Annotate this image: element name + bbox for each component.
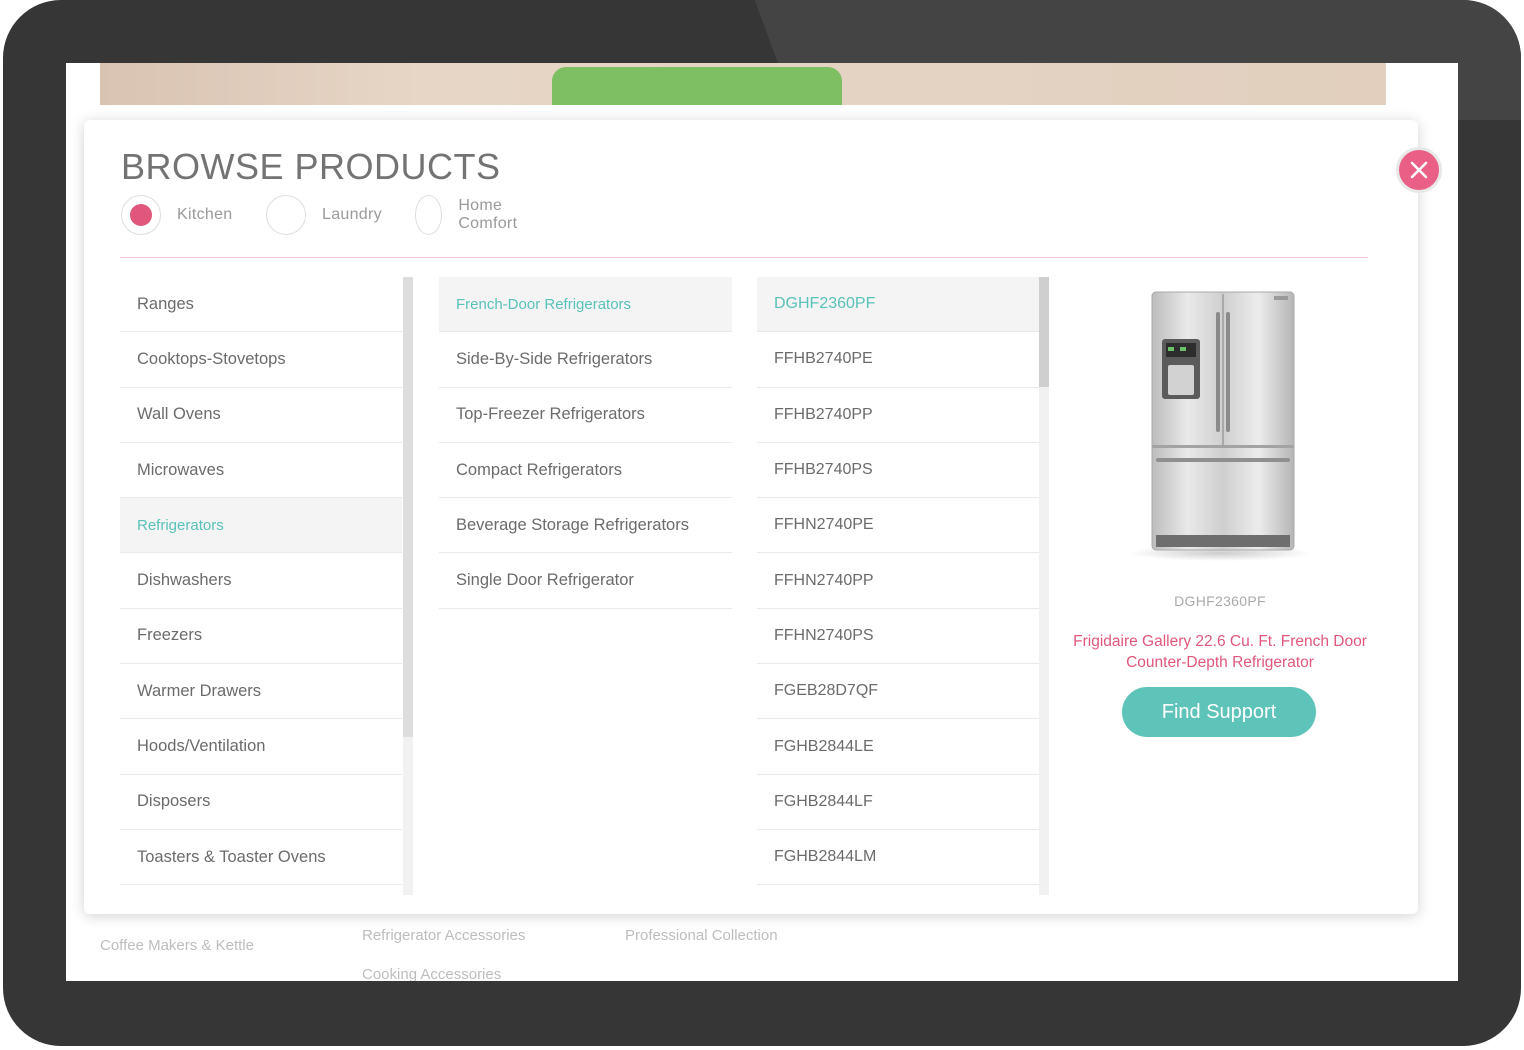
model-item[interactable]: FGHB2844LM: [757, 830, 1039, 886]
model-item[interactable]: FFHB2740PS: [757, 443, 1039, 499]
model-item[interactable]: FGHB2844LF: [757, 775, 1039, 830]
find-support-button[interactable]: Find Support: [1122, 687, 1316, 737]
category-list: Ranges Cooktops-Stovetops Wall Ovens Mic…: [120, 277, 402, 886]
browse-products-modal: BROWSE PRODUCTS Kitchen Laundry Home Com…: [84, 120, 1418, 914]
model-item[interactable]: FFHN2740PS: [757, 609, 1039, 665]
tab-label: Kitchen: [177, 206, 233, 223]
category-item[interactable]: Hoods/Ventilation: [120, 719, 402, 775]
subcategory-item[interactable]: Single Door Refrigerator: [439, 553, 732, 609]
bg-link[interactable]: Refrigerator Accessories: [362, 927, 525, 944]
category-item[interactable]: Dishwashers: [120, 553, 402, 609]
category-item[interactable]: Ranges: [120, 277, 402, 333]
category-item[interactable]: Wall Ovens: [120, 388, 402, 443]
background-links: Coffee Makers & Kettle Refrigerator Acce…: [66, 927, 1458, 981]
subcategory-item-selected[interactable]: French-Door Refrigerators: [439, 277, 732, 333]
tab-label: Laundry: [322, 206, 382, 223]
subcategory-list: French-Door Refrigerators Side-By-Side R…: [439, 277, 732, 609]
screen: Coffee Makers & Kettle Refrigerator Acce…: [66, 63, 1458, 981]
category-item[interactable]: Toasters & Toaster Ovens: [120, 830, 402, 886]
hero-banner: [100, 63, 1386, 105]
category-item[interactable]: Microwaves: [120, 443, 402, 499]
category-item[interactable]: Freezers: [120, 609, 402, 665]
subcategory-item[interactable]: Beverage Storage Refrigerators: [439, 498, 732, 554]
subcategory-item[interactable]: Side-By-Side Refrigerators: [439, 332, 732, 388]
refrigerator-image: [1044, 277, 1396, 587]
model-list: DGHF2360PF FFHB2740PE FFHB2740PP FFHB274…: [757, 277, 1039, 886]
product-name: Frigidaire Gallery 22.6 Cu. Ft. French D…: [1073, 633, 1367, 671]
modal-title: BROWSE PRODUCTS: [121, 146, 501, 187]
category-item[interactable]: Warmer Drawers: [120, 664, 402, 720]
tab-home-comfort[interactable]: Home Comfort: [415, 195, 530, 235]
radio-button[interactable]: [121, 195, 161, 235]
bg-link[interactable]: Coffee Makers & Kettle: [100, 937, 254, 954]
tab-label: Home Comfort: [458, 197, 518, 232]
model-item[interactable]: FFHB2740PE: [757, 332, 1039, 388]
device-frame: Coffee Makers & Kettle Refrigerator Acce…: [3, 0, 1521, 1046]
hero-green-shape: [552, 67, 842, 105]
model-item[interactable]: FGEB28D7QF: [757, 664, 1039, 720]
subcategory-item[interactable]: Compact Refrigerators: [439, 443, 732, 499]
radio-button[interactable]: [415, 195, 443, 235]
product-detail: DGHF2360PF Frigidaire Gallery 22.6 Cu. F…: [1044, 277, 1396, 737]
scrollbar-thumb[interactable]: [403, 277, 413, 737]
model-item[interactable]: FGHB2844LE: [757, 719, 1039, 775]
model-item[interactable]: FFHN2740PP: [757, 553, 1039, 609]
tab-kitchen[interactable]: Kitchen: [121, 195, 232, 235]
radio-button[interactable]: [266, 195, 306, 235]
model-item[interactable]: FFHN2740PE: [757, 498, 1039, 554]
category-item[interactable]: Cooktops-Stovetops: [120, 332, 402, 388]
close-button[interactable]: [1396, 147, 1442, 193]
subcategory-item[interactable]: Top-Freezer Refrigerators: [439, 388, 732, 443]
category-item[interactable]: Disposers: [120, 775, 402, 830]
header-divider: [120, 257, 1368, 258]
tab-laundry[interactable]: Laundry: [266, 195, 382, 235]
model-item-selected[interactable]: DGHF2360PF: [757, 277, 1039, 333]
bg-link[interactable]: Cooking Accessories: [362, 966, 501, 981]
category-scrollbar[interactable]: [403, 277, 413, 895]
product-model-number: DGHF2360PF: [1174, 593, 1266, 609]
close-icon: [1410, 161, 1428, 179]
category-item-selected[interactable]: Refrigerators: [120, 498, 402, 554]
bg-link[interactable]: Professional Collection: [625, 927, 778, 944]
radio-selected-dot: [130, 204, 152, 226]
model-item[interactable]: FFHB2740PP: [757, 388, 1039, 443]
